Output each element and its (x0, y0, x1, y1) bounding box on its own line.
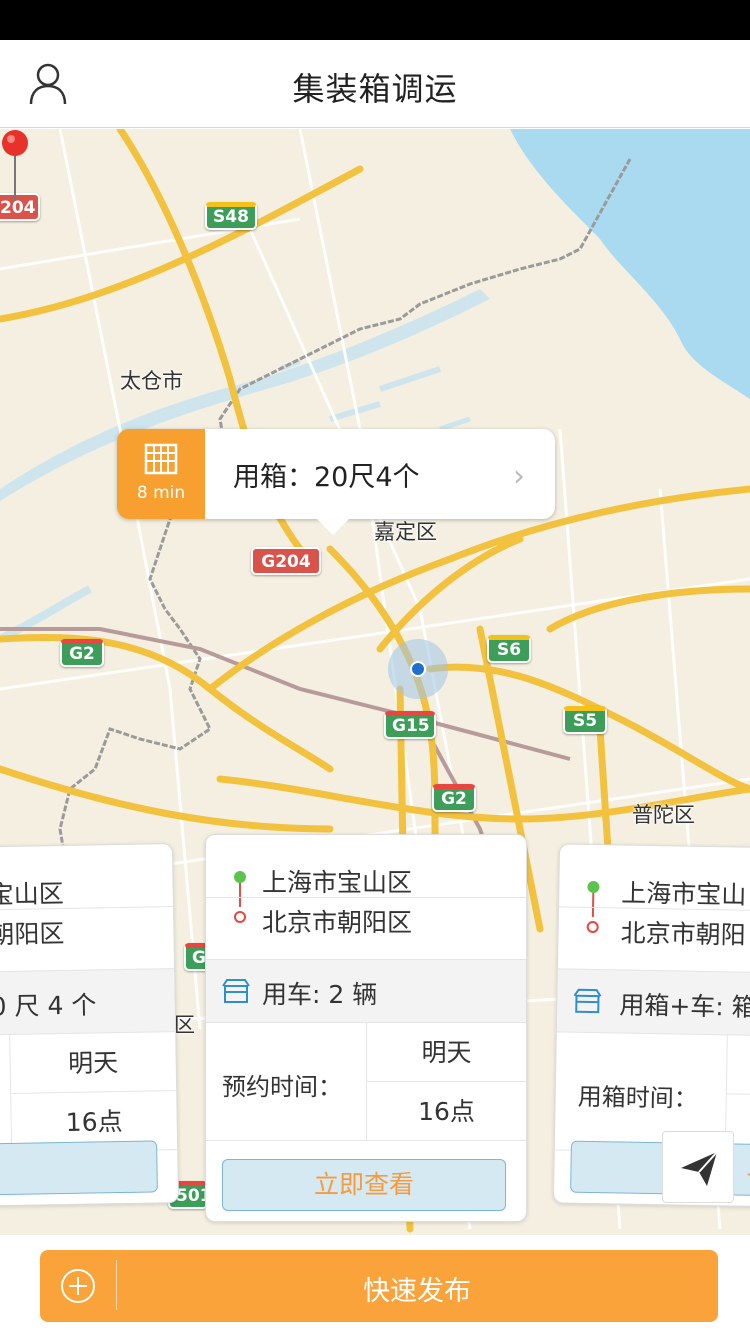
route-section: 上海市宝山区 北京市朝阳区 (206, 835, 526, 959)
place-label: 普陀区 (632, 803, 695, 827)
place-label: 嘉定区 (374, 520, 437, 544)
quick-publish-label: 快速发布 (363, 1276, 471, 1307)
need-text: 用箱+车: 箱 (619, 990, 750, 1022)
container-icon (222, 979, 250, 1003)
need-text: 用车: 2 辆 (262, 980, 378, 1009)
road-shield: G15 (384, 711, 436, 739)
view-now-button[interactable]: 立即查看 (222, 1159, 506, 1211)
status-bar (0, 0, 750, 40)
time-day: 明天 (367, 1023, 526, 1082)
order-card[interactable]: 宝山区 朝阳区 0 尺 4 个 明天 16点 单 (0, 843, 180, 1209)
eta-text: 8 min (136, 483, 186, 503)
need-row: 0 尺 4 个 (0, 968, 176, 1038)
route-section: 宝山区 朝阳区 (0, 844, 174, 974)
time-day (726, 1035, 750, 1097)
road-shield: G2 (60, 639, 104, 667)
map-pin-icon (2, 130, 28, 201)
need-row: 用箱+车: 箱 (556, 968, 750, 1038)
bottom-bar: 快速发布 (0, 1235, 750, 1334)
time-day: 明天 (10, 1032, 177, 1094)
road-shield: G204 (251, 547, 321, 575)
info-callout[interactable]: 8 min 用箱：20尺4个 › (117, 429, 555, 535)
place-label: 区 (174, 1013, 195, 1037)
destination-text: 朝阳区 (0, 919, 65, 950)
add-circle-icon (61, 1269, 95, 1303)
destination-text: 北京市朝阳 (620, 918, 746, 950)
road-shield: S48 (205, 202, 257, 230)
time-hour: 16点 (418, 1097, 475, 1126)
time-label: 用箱时间： (577, 1082, 698, 1113)
chevron-right-icon: › (513, 459, 525, 494)
origin-text: 上海市宝山 (621, 878, 747, 910)
time-label: 预约时间： (222, 1073, 342, 1101)
road-shield: S5 (563, 706, 607, 734)
navigate-button[interactable] (662, 1131, 734, 1203)
container-icon (144, 443, 178, 475)
card-action-button[interactable]: 单 (0, 1140, 158, 1199)
time-section: 明天 16点 (0, 1032, 178, 1156)
eta-badge: 8 min (117, 429, 205, 519)
send-icon (681, 1151, 718, 1186)
road-shield: G2 (432, 784, 476, 812)
container-icon (573, 988, 602, 1014)
order-card[interactable]: 上海市宝山区 北京市朝阳区 用车: 2 辆 预约时间： 明天 16点 立即查看 (205, 834, 527, 1222)
destination-dot-icon (586, 920, 599, 934)
origin-dot-icon (587, 880, 600, 894)
map-view[interactable]: 太仓市 嘉定区 普陀区 区 204 S48 G204 G2 S6 G15 S5 … (0, 129, 750, 1235)
origin-dot-icon (234, 871, 246, 883)
origin-text: 宝山区 (0, 879, 64, 910)
destination-text: 北京市朝阳区 (262, 908, 413, 937)
nav-bar: 集装箱调运 (0, 40, 750, 128)
quick-publish-button[interactable]: 快速发布 (40, 1250, 718, 1322)
origin-text: 上海市宝山区 (262, 868, 413, 897)
need-row: 用车: 2 辆 (206, 959, 526, 1023)
need-text: 0 尺 4 个 (0, 990, 97, 1022)
time-section: 预约时间： 明天 16点 (206, 1023, 526, 1141)
route-section: 上海市宝山 北京市朝阳 (558, 844, 750, 973)
destination-dot-icon (234, 911, 246, 923)
callout-info: 用箱：20尺4个 (233, 462, 420, 493)
road-shield: S6 (487, 635, 531, 663)
place-label: 太仓市 (120, 369, 183, 393)
page-title: 集装箱调运 (292, 70, 458, 108)
